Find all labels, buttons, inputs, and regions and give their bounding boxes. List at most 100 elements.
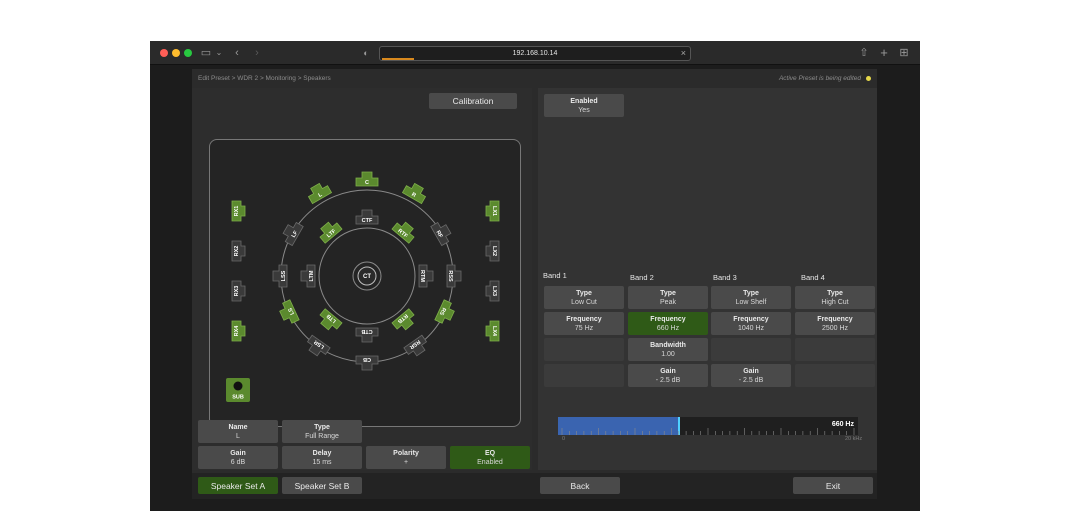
gain-field[interactable]: Gain 6 dB bbox=[198, 446, 278, 469]
status-indicator-icon bbox=[866, 76, 871, 81]
speaker-label: LX3 bbox=[491, 286, 497, 296]
delay-field[interactable]: Delay 15 ms bbox=[282, 446, 362, 469]
speaker-rs[interactable]: RS bbox=[434, 299, 457, 326]
band-2-gain-title: Gain bbox=[660, 367, 676, 375]
speaker-rx2[interactable]: RX2 bbox=[231, 240, 246, 262]
band-1-type[interactable]: Type Low Cut bbox=[544, 286, 624, 309]
speaker-lx2[interactable]: LX2 bbox=[485, 240, 500, 262]
eq-enabled-value: Yes bbox=[578, 106, 590, 114]
speaker-ltf[interactable]: LTF bbox=[316, 218, 343, 244]
back-button[interactable]: Back bbox=[540, 477, 620, 494]
band-4-type-title: Type bbox=[827, 289, 843, 297]
slider-max-label: 20 kHz bbox=[845, 436, 863, 442]
speaker-ltb[interactable]: LTB bbox=[316, 308, 343, 334]
band-3-gain[interactable]: Gain - 2.5 dB bbox=[711, 364, 791, 387]
back-arrow-icon[interactable]: ‹ bbox=[232, 45, 242, 61]
band-2-bandwidth[interactable]: Bandwidth 1.00 bbox=[628, 338, 708, 361]
sub-cone-icon bbox=[233, 381, 243, 391]
frequency-slider[interactable]: 660 Hz bbox=[558, 417, 858, 435]
speaker-sub[interactable]: SUB bbox=[226, 378, 250, 402]
forward-arrow-icon[interactable]: › bbox=[252, 45, 262, 61]
speaker-label: CT bbox=[363, 274, 371, 280]
chevron-down-icon[interactable]: ⌄ bbox=[214, 45, 224, 61]
sidebar-icon[interactable]: ▭ bbox=[200, 45, 212, 61]
speaker-rss[interactable]: RSS bbox=[446, 264, 462, 288]
tab-overview-icon[interactable]: ⊞ bbox=[898, 45, 910, 61]
speaker-cb[interactable]: CB bbox=[355, 355, 379, 371]
speaker-label: RX1 bbox=[234, 206, 240, 217]
band-1-type-value: Low Cut bbox=[571, 298, 597, 306]
eq-toggle[interactable]: EQ Enabled bbox=[450, 446, 530, 469]
stop-loading-icon[interactable]: × bbox=[681, 47, 686, 60]
speaker-set-a-button[interactable]: Speaker Set A bbox=[198, 477, 278, 494]
speaker-lf[interactable]: LF bbox=[280, 219, 304, 247]
maximize-window-button[interactable] bbox=[184, 49, 192, 57]
band-1-frequency-title: Frequency bbox=[566, 315, 602, 323]
band-4-type[interactable]: Type High Cut bbox=[795, 286, 875, 309]
type-field[interactable]: Type Full Range bbox=[282, 420, 362, 443]
speaker-ctb[interactable]: CTB bbox=[355, 327, 379, 343]
band-3-type-title: Type bbox=[743, 289, 759, 297]
band-3-gain-title: Gain bbox=[743, 367, 759, 375]
speaker-label: RX4 bbox=[234, 325, 240, 337]
browser-titlebar: ▭ ⌄ ‹ › ◐ 192.168.10.14 × ⇧ + ⊞ bbox=[150, 41, 920, 65]
speaker-set-b-button[interactable]: Speaker Set B bbox=[282, 477, 362, 494]
band-2-frequency[interactable]: Frequency 660 Hz bbox=[628, 312, 708, 335]
polarity-field[interactable]: Polarity + bbox=[366, 446, 446, 469]
band-4-empty-slot bbox=[795, 338, 875, 361]
speaker-layout-pane: Calibration C L R LF RF LSS RSS LS RS LSR RSR CB CTF… bbox=[192, 88, 532, 470]
speaker-rx3[interactable]: RX3 bbox=[231, 280, 246, 302]
speaker-rx4[interactable]: RX4 bbox=[231, 320, 246, 342]
speaker-ls[interactable]: LS bbox=[277, 299, 300, 326]
delay-title: Delay bbox=[312, 449, 332, 457]
speaker-label: CB bbox=[363, 356, 371, 362]
speaker-rf[interactable]: RF bbox=[430, 219, 454, 247]
address-bar[interactable]: 192.168.10.14 × bbox=[379, 46, 691, 61]
band-3-frequency[interactable]: Frequency 1040 Hz bbox=[711, 312, 791, 335]
speaker-rtb[interactable]: RTB bbox=[391, 308, 418, 334]
speaker-label: LTM bbox=[309, 270, 315, 281]
speaker-lss[interactable]: LSS bbox=[272, 264, 288, 288]
exit-button[interactable]: Exit bbox=[793, 477, 873, 494]
calibration-button[interactable]: Calibration bbox=[429, 93, 517, 109]
speaker-lx1[interactable]: LX1 bbox=[485, 200, 500, 222]
name-field[interactable]: Name L bbox=[198, 420, 278, 443]
new-tab-icon[interactable]: + bbox=[878, 45, 890, 61]
band-1-empty-slot bbox=[544, 364, 624, 387]
band-4-type-value: High Cut bbox=[821, 298, 849, 306]
speaker-lx3[interactable]: LX3 bbox=[485, 280, 500, 302]
close-window-button[interactable] bbox=[160, 49, 168, 57]
gain-title: Gain bbox=[230, 449, 246, 457]
speaker-ltm[interactable]: LTM bbox=[300, 264, 316, 288]
minimize-window-button[interactable] bbox=[172, 49, 180, 57]
share-icon[interactable]: ⇧ bbox=[858, 45, 870, 61]
privacy-shield-icon[interactable]: ◐ bbox=[360, 45, 372, 61]
speaker-ct[interactable]: CT bbox=[352, 261, 382, 291]
band-2-frequency-value: 660 Hz bbox=[656, 324, 680, 332]
band-2-bandwidth-title: Bandwidth bbox=[650, 341, 686, 349]
speaker-c[interactable]: C bbox=[355, 171, 379, 187]
speaker-label: RSS bbox=[447, 270, 453, 282]
speaker-label: LSS bbox=[281, 270, 287, 281]
band-1-frequency[interactable]: Frequency 75 Hz bbox=[544, 312, 624, 335]
band-2-type[interactable]: Type Peak bbox=[628, 286, 708, 309]
band-3-frequency-value: 1040 Hz bbox=[737, 324, 765, 332]
band-4-frequency[interactable]: Frequency 2500 Hz bbox=[795, 312, 875, 335]
breadcrumb: Edit Preset > WDR 2 > Monitoring > Speak… bbox=[198, 75, 331, 82]
speaker-map-canvas: CL RLF RFLSS RSSLS RSLSR RSRCBCTFLTF RTFLTM RTM… bbox=[226, 171, 500, 402]
band-2-frequency-title: Frequency bbox=[650, 315, 686, 323]
page-load-progress bbox=[382, 58, 414, 60]
speaker-rtf[interactable]: RTF bbox=[391, 218, 418, 244]
browser-window: ▭ ⌄ ‹ › ◐ 192.168.10.14 × ⇧ + ⊞ Edit Pre… bbox=[150, 41, 920, 511]
band-3-type[interactable]: Type Low Shelf bbox=[711, 286, 791, 309]
speaker-rx1[interactable]: RX1 bbox=[231, 200, 246, 222]
eq-enabled-toggle[interactable]: Enabled Yes bbox=[544, 94, 624, 117]
eq-title: EQ bbox=[484, 449, 496, 457]
speaker-ctf[interactable]: CTF bbox=[355, 209, 379, 225]
band-4-label: Band 4 bbox=[801, 273, 825, 282]
band-2-gain[interactable]: Gain - 2.5 dB bbox=[628, 364, 708, 387]
speaker-rtm[interactable]: RTM bbox=[418, 264, 434, 288]
band-4-frequency-title: Frequency bbox=[817, 315, 853, 323]
speaker-lx4[interactable]: LX4 bbox=[485, 320, 500, 342]
band-4-empty-slot bbox=[795, 364, 875, 387]
